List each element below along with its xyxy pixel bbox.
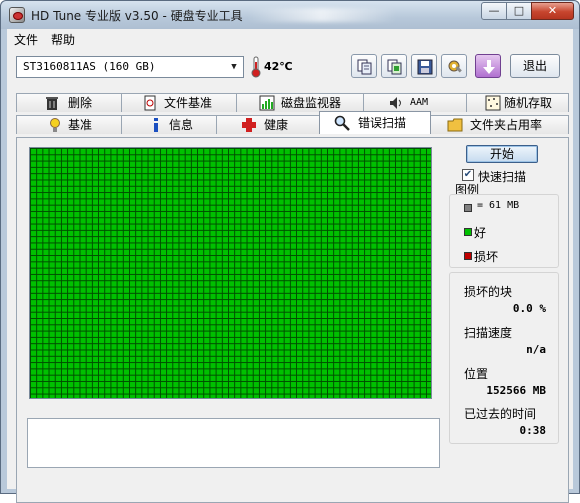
tab-row-top: 删除 文件基准 磁盘监视器 AAM 随机存取 xyxy=(16,93,569,112)
copy-screenshot-button[interactable] xyxy=(381,54,407,78)
thermometer-icon xyxy=(251,56,261,78)
trash-icon xyxy=(46,97,58,110)
close-button[interactable]: ✕ xyxy=(531,2,574,20)
damaged-blocks-value: 0.0 % xyxy=(512,302,546,315)
tab-erase[interactable]: 删除 xyxy=(16,93,122,112)
legend-label-damaged: 损坏 xyxy=(474,250,499,264)
legend-swatch-block-size xyxy=(464,204,472,212)
tab-error-scan[interactable]: 错误扫描 xyxy=(319,111,431,134)
app-window: HD Tune 专业版 v3.50 - 硬盘专业工具 — □ ✕ 文件 帮助 S… xyxy=(0,0,580,503)
menu-file[interactable]: 文件 xyxy=(14,31,38,48)
client-area: 文件 帮助 ST3160811AS (160 GB) ▼ 42℃ 退出 删除 文… xyxy=(7,29,573,503)
speaker-icon xyxy=(390,97,401,109)
options-button[interactable] xyxy=(441,54,467,78)
download-button[interactable] xyxy=(475,54,501,78)
tab-erase-label: 删除 xyxy=(68,96,93,110)
error-scan-panel: 开始 ✔ 快速扫描 图例 = 61 MB 好 损坏 损坏的块 0.0 % 扫描速… xyxy=(16,137,569,503)
damaged-blocks-label: 损坏的块 xyxy=(464,285,513,299)
legend-label-block-size: = 61 MB xyxy=(477,200,520,211)
tab-file-benchmark-label: 文件基准 xyxy=(164,96,213,110)
tab-info[interactable]: 信息 xyxy=(121,115,217,134)
tab-folder-usage-label: 文件夹占用率 xyxy=(470,118,543,132)
drive-select[interactable]: ST3160811AS (160 GB) ▼ xyxy=(16,56,244,78)
copy-green-icon xyxy=(387,59,402,75)
tab-disk-monitor[interactable]: 磁盘监视器 xyxy=(236,93,364,112)
drive-select-value: ST3160811AS (160 GB) xyxy=(23,60,156,73)
folder-icon xyxy=(447,118,463,132)
title-glass-glare xyxy=(247,8,397,22)
floppy-disk-icon xyxy=(417,59,433,75)
tab-aam-label: AAM xyxy=(410,97,429,108)
red-cross-icon xyxy=(242,118,256,132)
temperature-readout: 42℃ xyxy=(264,60,293,73)
toolbar: ST3160811AS (160 GB) ▼ 42℃ 退出 xyxy=(7,51,573,83)
tab-row-bottom: 基准 信息 健康 错误扫描 文件夹占用率 xyxy=(16,111,569,134)
block-map-grid xyxy=(29,147,432,399)
exit-button[interactable]: 退出 xyxy=(510,54,560,78)
tab-file-benchmark[interactable]: 文件基准 xyxy=(121,93,237,112)
menu-help[interactable]: 帮助 xyxy=(51,31,75,48)
tools-icon xyxy=(448,60,462,73)
title-bar[interactable]: HD Tune 专业版 v3.50 - 硬盘专业工具 — □ ✕ xyxy=(1,1,579,29)
scan-speed-value: n/a xyxy=(526,343,546,356)
maximize-button[interactable]: □ xyxy=(506,2,532,20)
tab-error-scan-label: 错误扫描 xyxy=(358,116,407,130)
tab-health-label: 健康 xyxy=(264,118,289,132)
scan-stats-box: 损坏的块 0.0 % 扫描速度 n/a 位置 152566 MB 已过去的时间 … xyxy=(449,272,559,444)
hd-tune-app-icon xyxy=(9,7,25,23)
info-icon xyxy=(154,118,158,132)
elapsed-time-label: 已过去的时间 xyxy=(464,407,537,421)
copy-icon xyxy=(357,59,372,75)
copy-info-button[interactable] xyxy=(351,54,377,78)
stopwatch-icon xyxy=(144,95,156,111)
elapsed-time-value: 0:38 xyxy=(519,424,547,437)
tab-info-label: 信息 xyxy=(169,118,194,132)
quick-scan-checkbox[interactable]: ✔ xyxy=(462,169,474,181)
window-title: HD Tune 专业版 v3.50 - 硬盘专业工具 xyxy=(31,9,243,23)
magnifier-icon xyxy=(334,115,350,131)
save-button[interactable] xyxy=(411,54,437,78)
tab-aam[interactable]: AAM xyxy=(363,93,467,112)
down-arrow-icon xyxy=(483,60,495,74)
scan-speed-label: 扫描速度 xyxy=(464,326,513,340)
scan-log-area xyxy=(27,418,440,468)
lightbulb-icon xyxy=(50,118,60,132)
legend-label-good: 好 xyxy=(474,226,487,240)
legend-swatch-good xyxy=(464,228,472,236)
position-label: 位置 xyxy=(464,367,489,381)
quick-scan-label: 快速扫描 xyxy=(478,170,527,184)
tab-health[interactable]: 健康 xyxy=(216,115,320,134)
bar-chart-icon xyxy=(259,95,275,111)
chevron-down-icon[interactable]: ▼ xyxy=(227,59,241,75)
tab-folder-usage[interactable]: 文件夹占用率 xyxy=(430,115,569,134)
tab-benchmark-label: 基准 xyxy=(68,118,93,132)
menu-bar: 文件 帮助 xyxy=(7,29,573,49)
position-value: 152566 MB xyxy=(486,384,546,397)
start-button[interactable]: 开始 xyxy=(466,145,538,163)
tab-random-access[interactable]: 随机存取 xyxy=(466,93,569,112)
legend-swatch-damaged xyxy=(464,252,472,260)
tab-benchmark[interactable]: 基准 xyxy=(16,115,122,134)
legend-box: = 61 MB 好 损坏 xyxy=(449,194,559,268)
minimize-button[interactable]: — xyxy=(481,2,507,20)
tab-random-access-label: 随机存取 xyxy=(504,96,553,110)
tab-disk-monitor-label: 磁盘监视器 xyxy=(281,96,342,110)
dots-grid-icon xyxy=(485,95,501,111)
